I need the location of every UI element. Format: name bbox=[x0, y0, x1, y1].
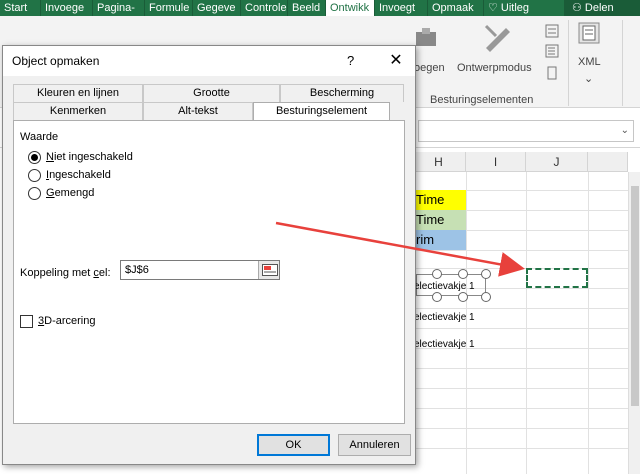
linked-cell-j6[interactable] bbox=[526, 268, 588, 288]
radio-mixed-option[interactable]: Gemengd bbox=[28, 185, 94, 201]
radio-button[interactable] bbox=[28, 150, 41, 164]
expand-formula-icon[interactable]: ⌄ bbox=[621, 125, 629, 136]
gridline bbox=[412, 448, 640, 449]
checkbox-control-label[interactable]: electievakje 1 bbox=[414, 281, 475, 292]
tab-data[interactable]: Gegeve bbox=[193, 0, 241, 16]
tab-alt-text[interactable]: Alt-tekst bbox=[143, 102, 253, 120]
gridline bbox=[412, 250, 640, 251]
close-icon[interactable]: ✕ bbox=[385, 50, 407, 72]
dialog-titlebar: Object opmaken ? ✕ bbox=[3, 46, 415, 76]
help-button[interactable]: ? bbox=[347, 53, 354, 68]
xml-dropdown-icon[interactable]: ⌄ bbox=[584, 72, 593, 85]
cancel-button[interactable]: Annuleren bbox=[338, 434, 411, 456]
design-mode-label: Ontwerpmodus bbox=[457, 62, 532, 74]
tab-view[interactable]: Beeld bbox=[288, 0, 326, 16]
tab-formulas[interactable]: Formule bbox=[145, 0, 193, 16]
tab-page-layout[interactable]: Pagina- bbox=[93, 0, 145, 16]
ribbon-tab-bar: Start Invoege Pagina- Formule Gegeve Con… bbox=[0, 0, 640, 16]
radio-button[interactable] bbox=[28, 168, 41, 182]
dialog-tabs-row-1: Kleuren en lijnen Grootte Bescherming bbox=[13, 84, 404, 102]
tab-addins[interactable]: Invoegt bbox=[375, 0, 428, 16]
radio-unchecked-option[interactable]: Niet ingeschakeld bbox=[28, 149, 133, 165]
gridline bbox=[412, 428, 640, 429]
3d-shading-option[interactable]: 3D-arcering bbox=[20, 314, 95, 328]
tab-start[interactable]: Start bbox=[0, 0, 41, 16]
gridline bbox=[412, 308, 640, 309]
resize-handle[interactable] bbox=[481, 269, 491, 279]
formula-input[interactable]: ⌄ bbox=[418, 120, 634, 142]
run-dialog-icon[interactable] bbox=[545, 66, 559, 83]
radio-label: Niet ingeschakeld bbox=[46, 151, 133, 163]
cell-h[interactable]: Time bbox=[412, 210, 466, 230]
xml-source-icon[interactable] bbox=[578, 22, 600, 47]
resize-handle[interactable] bbox=[481, 292, 491, 302]
person-icon: ⚇ bbox=[572, 2, 585, 14]
gridline bbox=[412, 368, 640, 369]
design-mode-icon[interactable] bbox=[482, 22, 512, 55]
properties-icon[interactable] bbox=[545, 24, 559, 41]
cell-link-label: Koppeling met cel: bbox=[20, 267, 111, 279]
column-header-h[interactable]: H bbox=[412, 152, 466, 172]
radio-checked-option[interactable]: Ingeschakeld bbox=[28, 167, 111, 183]
controls-group-label: Besturingselementen bbox=[430, 94, 534, 106]
value-group-label: Waarde bbox=[20, 131, 59, 143]
radio-button[interactable] bbox=[28, 186, 41, 200]
share-label: Delen bbox=[584, 2, 614, 14]
dialog-tabs-row-2: Kenmerken Alt-tekst Besturingselement bbox=[13, 102, 390, 123]
insert-controls-label: oegen bbox=[414, 62, 445, 74]
resize-handle[interactable] bbox=[458, 269, 468, 279]
tab-protection[interactable]: Bescherming bbox=[280, 84, 404, 102]
checkbox-control-label[interactable]: electievakje 1 bbox=[414, 312, 475, 323]
dialog-title: Object opmaken bbox=[12, 54, 100, 68]
3d-shading-label: 3D-arcering bbox=[38, 315, 96, 327]
gridline bbox=[412, 388, 640, 389]
insert-controls-icon[interactable] bbox=[414, 26, 440, 51]
cell-link-input[interactable]: $J$6 bbox=[120, 260, 280, 280]
control-tab-panel: Waarde Niet ingeschakeld Ingeschakeld Ge… bbox=[13, 120, 405, 424]
column-header-k[interactable] bbox=[588, 152, 628, 172]
3d-shading-checkbox[interactable] bbox=[20, 314, 33, 328]
tab-size[interactable]: Grootte bbox=[143, 84, 280, 102]
vertical-scrollbar[interactable] bbox=[628, 172, 640, 474]
collapse-dialog-button[interactable] bbox=[258, 261, 279, 279]
checkbox-control-label[interactable]: electievakje 1 bbox=[414, 339, 475, 350]
cell-h[interactable]: Time bbox=[412, 190, 466, 210]
cell-h[interactable]: rim bbox=[412, 230, 466, 250]
xml-label: XML bbox=[578, 56, 601, 68]
tab-help-label: Uitleg bbox=[500, 2, 530, 14]
range-select-icon bbox=[262, 264, 278, 276]
gridline bbox=[412, 408, 640, 409]
column-header-i[interactable]: I bbox=[466, 152, 526, 172]
radio-label: Gemengd bbox=[46, 187, 95, 199]
ok-button[interactable]: OK bbox=[257, 434, 330, 456]
ribbon-separator bbox=[622, 20, 623, 106]
tab-help[interactable]: ♡ Uitleg bbox=[484, 0, 552, 16]
scrollbar-thumb[interactable] bbox=[631, 186, 639, 406]
tab-colors-and-lines[interactable]: Kleuren en lijnen bbox=[13, 84, 143, 102]
tab-developer[interactable]: Ontwikk bbox=[326, 0, 375, 16]
format-object-dialog: Object opmaken ? ✕ Kleuren en lijnen Gro… bbox=[2, 45, 416, 465]
ribbon-separator bbox=[568, 20, 569, 106]
tab-format[interactable]: Opmaak bbox=[428, 0, 484, 16]
radio-label: Ingeschakeld bbox=[46, 169, 111, 181]
resize-handle[interactable] bbox=[432, 292, 442, 302]
view-code-icon[interactable] bbox=[545, 44, 559, 61]
tab-review[interactable]: Controle bbox=[241, 0, 288, 16]
resize-handle[interactable] bbox=[432, 269, 442, 279]
tab-insert[interactable]: Invoege bbox=[41, 0, 93, 16]
gridline bbox=[412, 328, 640, 329]
tab-properties[interactable]: Kenmerken bbox=[13, 102, 143, 120]
share-button[interactable]: ⚇ Delen bbox=[564, 0, 640, 16]
lightbulb-icon: ♡ bbox=[488, 2, 501, 14]
column-header-j[interactable]: J bbox=[526, 152, 588, 172]
resize-handle[interactable] bbox=[458, 292, 468, 302]
